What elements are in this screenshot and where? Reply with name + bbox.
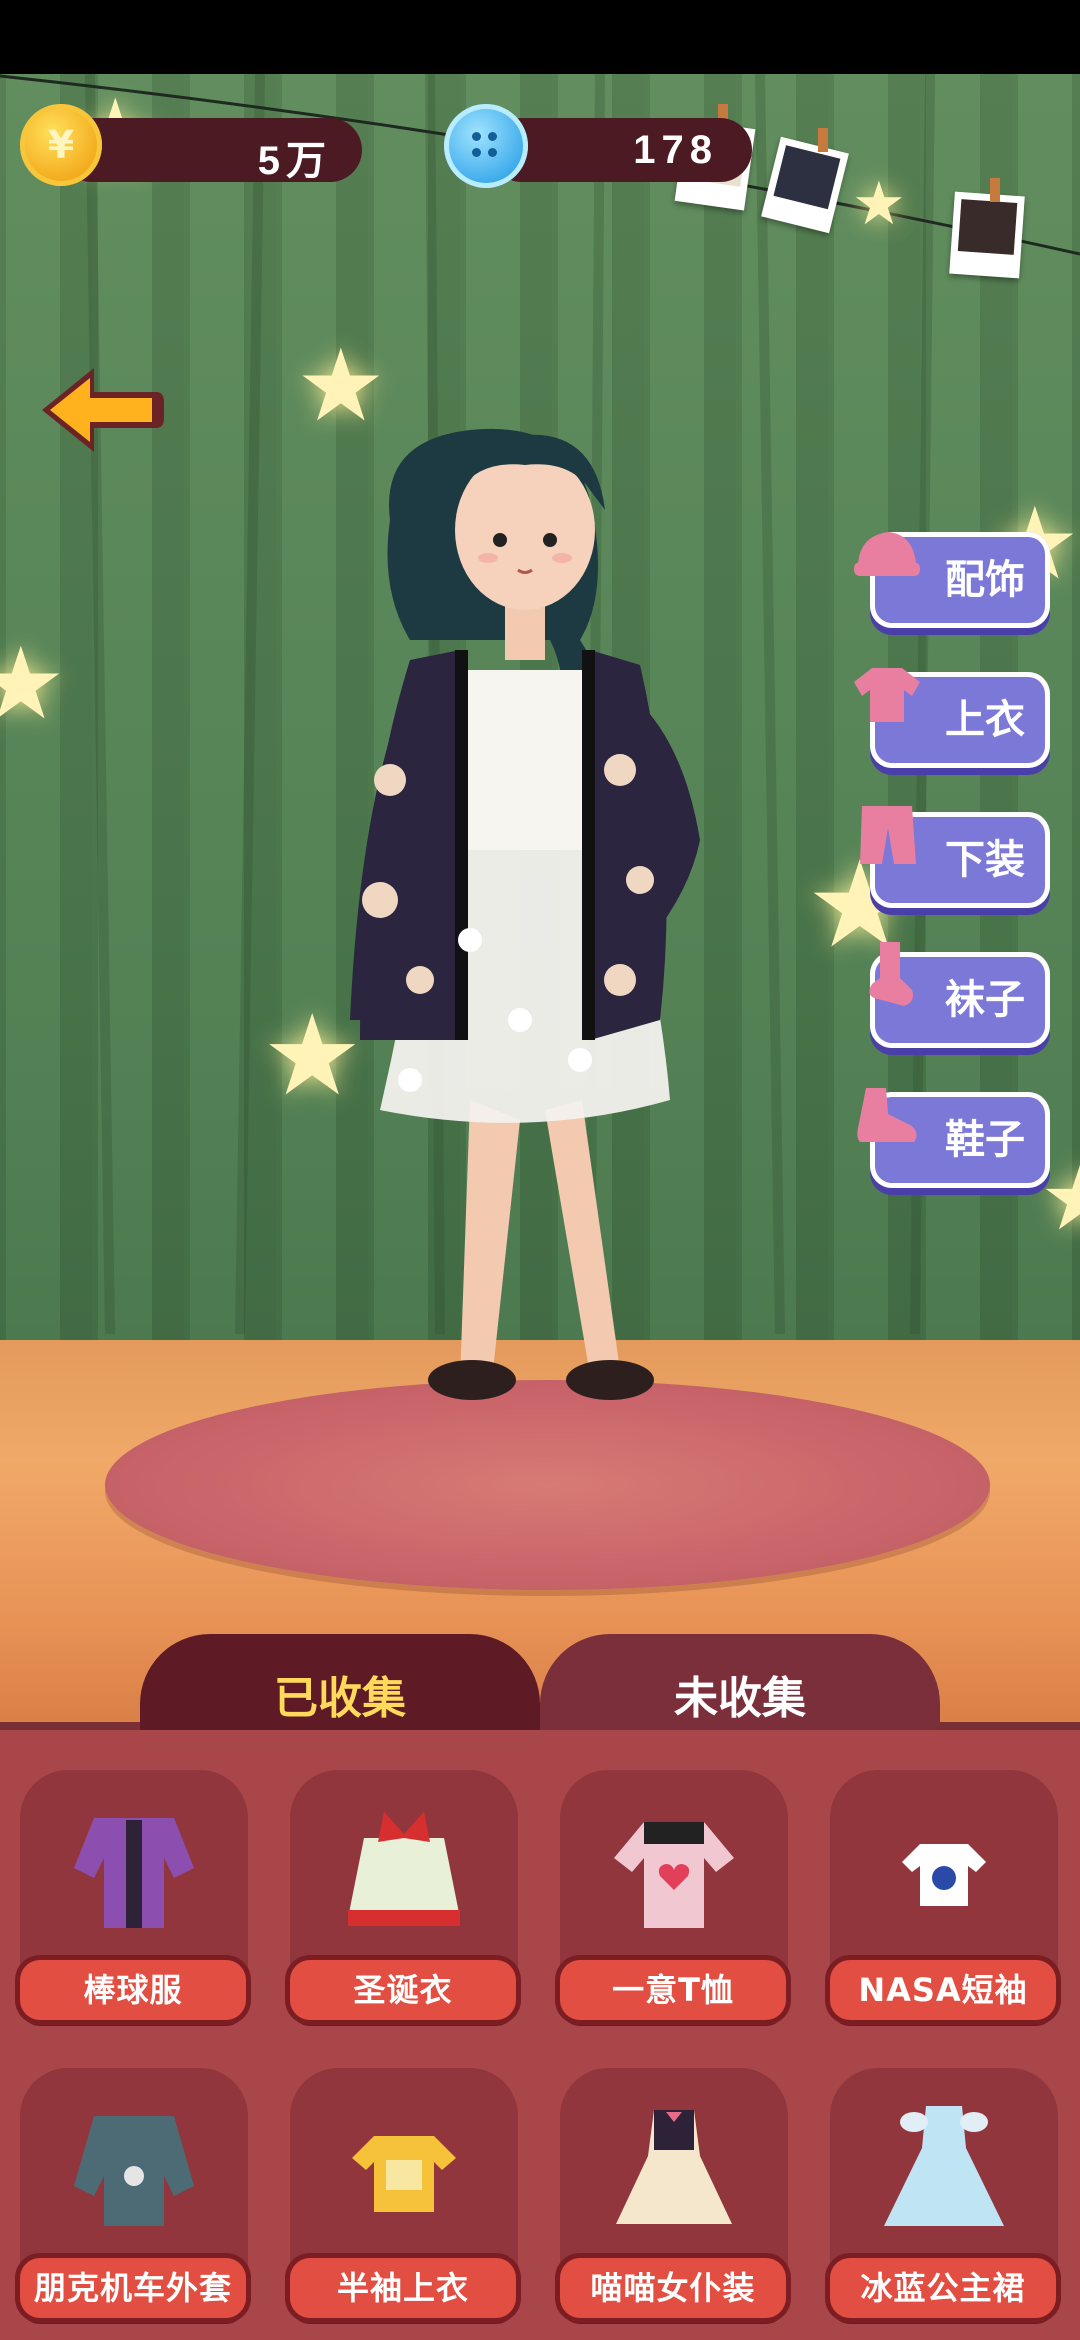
item-label: 冰蓝公主裙 (830, 2258, 1056, 2318)
button-counter: 178 (490, 118, 752, 182)
punk-jacket-icon (74, 2116, 194, 2226)
category-button-socks[interactable]: 袜子 (869, 942, 1050, 1048)
clothes-peg (990, 178, 1000, 202)
game-screen: ★ ★ ★ ★ ★ ★ ★ ★ (0, 0, 1080, 2340)
category-button-bottoms[interactable]: 下装 (860, 806, 1050, 908)
tab-uncollected-label: 未收集 (674, 1673, 806, 1724)
tab-collected[interactable]: 已收集 (140, 1634, 540, 1744)
princess-dress-icon (884, 2106, 1004, 2226)
shoe-icon (857, 1088, 917, 1142)
item-label: NASA短袖 (830, 1960, 1056, 2020)
dress-up-character[interactable] (320, 420, 740, 1480)
maid-dress-icon (616, 2110, 732, 2224)
star-decoration: ★ (0, 625, 66, 742)
item-card[interactable]: 喵喵女仆装 (560, 2068, 788, 2318)
category-button-shoes[interactable]: 鞋子 (857, 1088, 1050, 1188)
item-label: 一意T恤 (560, 1960, 786, 2020)
clothes-peg (818, 128, 828, 152)
star-decoration: ★ (852, 169, 906, 239)
category-label: 袜子 (945, 977, 1025, 1023)
heart-tshirt-icon (614, 1822, 734, 1928)
item-card[interactable]: NASA短袖 (830, 1770, 1058, 2020)
item-label: 棒球服 (20, 1960, 246, 2020)
category-label: 鞋子 (945, 1117, 1025, 1163)
item-card[interactable]: 半袖上衣 (290, 2068, 518, 2318)
tab-collected-label: 已收集 (274, 1673, 406, 1724)
item-label: 朋克机车外套 (20, 2258, 246, 2318)
item-label: 喵喵女仆装 (560, 2258, 786, 2318)
category-label: 配饰 (945, 557, 1025, 603)
category-label: 上衣 (945, 697, 1025, 743)
photo-3 (949, 191, 1025, 279)
coin-icon: ¥ (20, 104, 102, 186)
button-amount: 178 (633, 128, 718, 172)
item-card[interactable]: 圣诞衣 (290, 1770, 518, 2020)
item-card[interactable]: 冰蓝公主裙 (830, 2068, 1058, 2318)
category-button-tops[interactable]: 上衣 (854, 668, 1050, 768)
coin-amount: 5万 (257, 139, 332, 183)
category-label: 下装 (945, 837, 1025, 883)
item-card[interactable]: 朋克机车外套 (20, 2068, 248, 2318)
category-button-accessories[interactable]: 配饰 (854, 532, 1050, 628)
status-bar (0, 0, 1080, 74)
back-arrow-icon[interactable] (36, 360, 166, 460)
item-label: 圣诞衣 (290, 1960, 516, 2020)
nasa-tshirt-icon (902, 1844, 986, 1906)
peace-tshirt-icon (352, 2136, 456, 2212)
sock-icon (869, 942, 913, 1006)
item-card[interactable]: 一意T恤 (560, 1770, 788, 2020)
hat-icon (854, 532, 920, 576)
pants-icon (860, 806, 916, 864)
item-card[interactable]: 棒球服 (20, 1770, 248, 2020)
button-currency-icon (444, 104, 528, 188)
tshirt-icon (854, 668, 920, 722)
coin-counter: 5万 (60, 118, 362, 183)
tab-uncollected[interactable]: 未收集 (540, 1634, 940, 1744)
baseball-jacket-icon (74, 1818, 194, 1928)
christmas-outfit-icon (348, 1812, 460, 1926)
item-label: 半袖上衣 (290, 2258, 516, 2318)
